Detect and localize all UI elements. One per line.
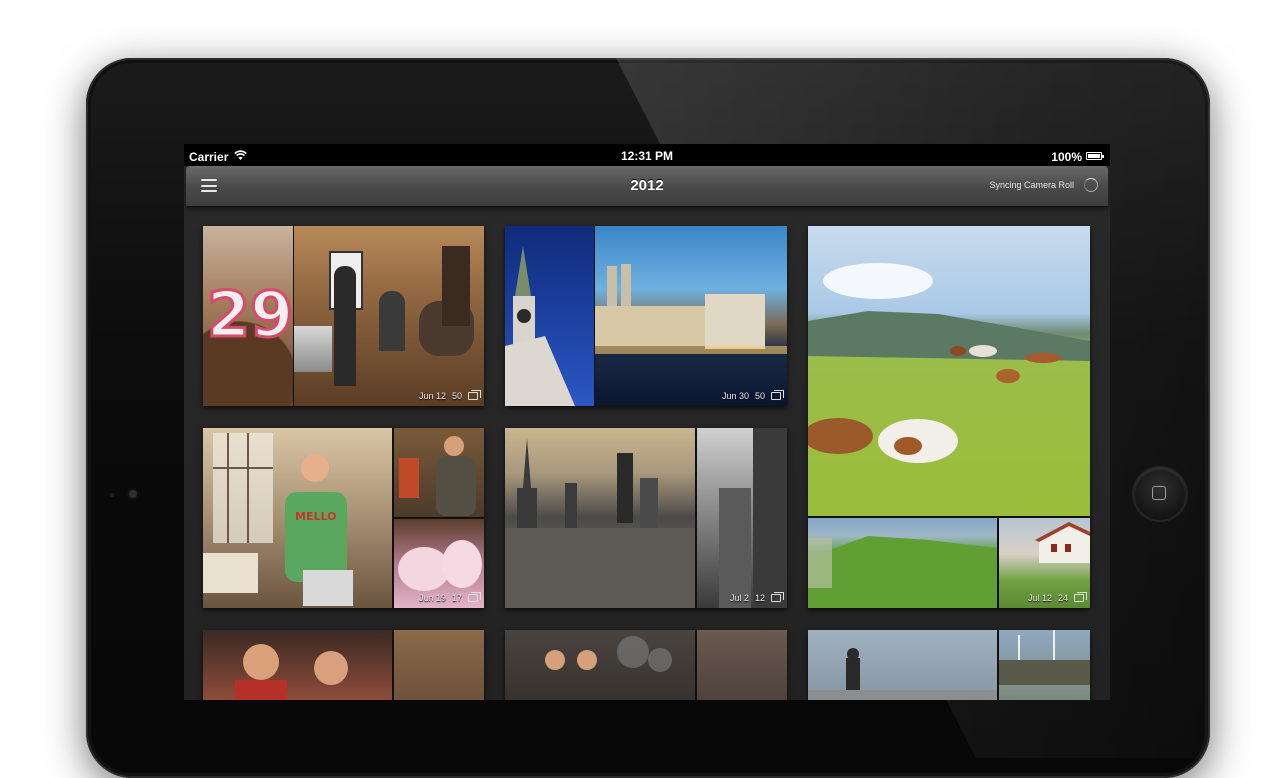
album-tile[interactable] — [203, 630, 484, 700]
photo-thumbnail: 29 — [203, 226, 293, 406]
photo-thumbnail — [697, 630, 787, 700]
album-date: Jun 19 — [418, 593, 446, 603]
photo-stack-icon — [771, 390, 784, 400]
photo-thumbnail — [808, 630, 997, 700]
status-bar: Carrier 12:31 PM 100% — [184, 144, 1110, 166]
clock: 12:31 PM — [620, 149, 674, 163]
sync-status-label: Syncing Camera Roll — [989, 180, 1074, 190]
photo-thumbnail — [505, 226, 594, 406]
photo-thumbnail — [394, 630, 484, 700]
photo-thumbnail: MELLO — [203, 428, 392, 608]
album-tile[interactable]: 29 Jun 12 50 — [203, 226, 484, 406]
album-date: Jul 2 — [729, 593, 749, 603]
photo-thumbnail — [505, 630, 695, 700]
sync-spinner-icon — [1084, 178, 1098, 192]
photo-thumbnail — [808, 518, 997, 608]
album-count: 50 — [754, 391, 765, 401]
photo-thumbnail — [203, 630, 392, 700]
album-meta: Jul 2 12 — [729, 592, 784, 603]
svg-text:MELLO: MELLO — [295, 510, 336, 523]
photo-thumbnail — [999, 630, 1090, 700]
photo-thumbnail — [294, 326, 332, 372]
album-meta: Jul 12 24 — [1027, 592, 1087, 603]
photo-thumbnail — [394, 428, 484, 517]
album-count: 24 — [1057, 593, 1068, 603]
photo-stack-icon — [1074, 592, 1087, 602]
battery-icon — [1086, 152, 1104, 160]
svg-text:29: 29 — [207, 278, 293, 351]
photo-thumbnail — [595, 226, 787, 406]
photo-stack-icon — [771, 592, 784, 602]
app-screen: Carrier 12:31 PM 100% 2012 Syncing Camer… — [184, 144, 1110, 700]
home-square-icon — [1152, 486, 1166, 500]
album-date: Jun 12 — [418, 391, 446, 401]
album-tile[interactable]: Jul 2 12 — [505, 428, 787, 608]
photo-thumbnail — [294, 226, 484, 406]
photo-thumbnail — [697, 428, 787, 608]
album-tile[interactable] — [808, 630, 1090, 700]
album-count: 50 — [451, 391, 462, 401]
battery-percent: 100% — [1051, 150, 1082, 164]
album-tile[interactable]: Jun 30 50 — [505, 226, 787, 406]
photo-thumbnail — [505, 428, 695, 608]
photo-stack-icon — [468, 390, 481, 400]
ambient-sensor — [110, 493, 114, 497]
page-title: 2012 — [630, 177, 664, 194]
album-meta: Jun 12 50 — [418, 390, 481, 401]
album-meta: Jun 19 17 — [418, 592, 481, 603]
album-count: 17 — [451, 593, 462, 603]
album-date: Jul 12 — [1027, 593, 1052, 603]
home-button[interactable] — [1134, 468, 1186, 520]
album-date: Jun 30 — [721, 391, 749, 401]
front-camera — [129, 490, 137, 498]
album-meta: Jun 30 50 — [721, 390, 784, 401]
album-count: 12 — [754, 593, 765, 603]
navigation-bar: 2012 Syncing Camera Roll — [186, 166, 1108, 206]
photo-thumbnail — [808, 226, 1090, 516]
album-tile[interactable]: MELLO Jun 19 17 — [203, 428, 484, 608]
album-tile[interactable]: Jul 12 24 — [808, 226, 1090, 608]
album-tile[interactable] — [505, 630, 787, 700]
photo-stack-icon — [468, 592, 481, 602]
